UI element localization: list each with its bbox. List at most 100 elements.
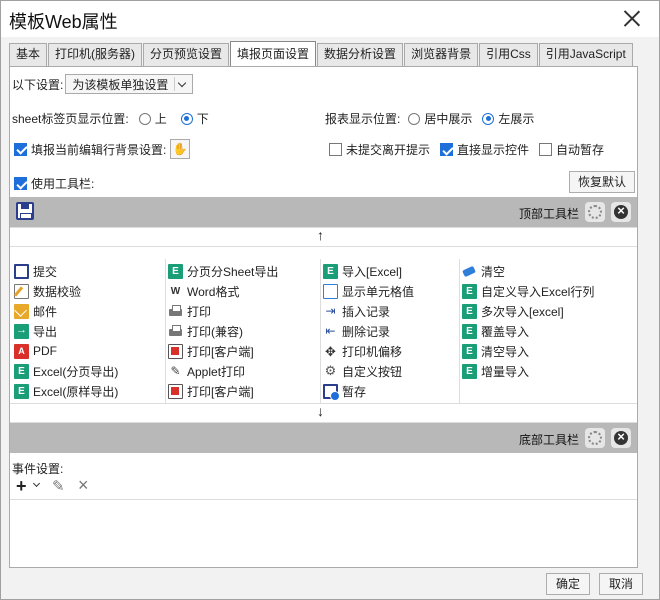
delete-row-icon bbox=[323, 323, 338, 339]
list-item[interactable]: 导入[Excel] bbox=[321, 261, 402, 281]
save-clock-icon bbox=[323, 383, 340, 401]
list-item[interactable]: 打印机偏移 bbox=[321, 341, 402, 361]
scope-label: 以下设置: bbox=[12, 77, 64, 92]
list-item[interactable]: Excel(分页导出) bbox=[12, 361, 118, 381]
tab-browser-background[interactable]: 浏览器背景 bbox=[404, 43, 479, 66]
list-item[interactable]: PDF bbox=[12, 341, 57, 361]
event-list[interactable] bbox=[10, 499, 637, 567]
arrow-up-icon[interactable]: ↑ bbox=[317, 227, 324, 243]
toolbar-items-grid: 提交 分页分Sheet导出 导入[Excel] 清空 数据校验 Word格式 显… bbox=[10, 259, 637, 403]
ok-button[interactable]: 确定 bbox=[546, 573, 590, 595]
show-controls-label: 直接显示控件 bbox=[457, 143, 530, 157]
save-icon[interactable] bbox=[16, 202, 34, 220]
arrow-down-icon[interactable]: ↓ bbox=[317, 403, 324, 419]
printer-icon bbox=[168, 303, 183, 319]
list-item[interactable]: 自定义按钮 bbox=[321, 361, 402, 381]
bottom-toolbar-label: 底部工具栏 bbox=[518, 433, 579, 447]
report-center-radio[interactable] bbox=[408, 112, 421, 125]
delete-icon[interactable]: × bbox=[78, 475, 89, 496]
tab-reference-css[interactable]: 引用Css bbox=[479, 43, 538, 66]
tab-page-preview[interactable]: 分页预览设置 bbox=[143, 43, 230, 66]
report-left-radio[interactable] bbox=[482, 112, 495, 125]
submit-options-row: 未提交离开提示 直接显示控件 自动暂存 bbox=[329, 141, 604, 158]
list-item[interactable]: 删除记录 bbox=[321, 321, 390, 341]
excel-icon bbox=[14, 383, 29, 399]
edit-row-bg-checkbox[interactable] bbox=[14, 142, 27, 156]
tab-fill-page[interactable]: 填报页面设置 bbox=[230, 41, 317, 66]
pdf-outline-icon bbox=[168, 383, 183, 399]
excel-icon bbox=[14, 363, 29, 379]
scope-select-value: 为该模板单独设置 bbox=[72, 77, 169, 92]
add-icon[interactable]: + bbox=[16, 476, 27, 496]
paint-bucket-icon[interactable]: ✋ bbox=[170, 139, 191, 159]
list-item[interactable]: 提交 bbox=[12, 261, 57, 281]
list-item[interactable]: 打印[客户端] bbox=[166, 341, 254, 361]
tab-printer-server[interactable]: 打印机(服务器) bbox=[48, 43, 143, 66]
list-item[interactable]: 邮件 bbox=[12, 301, 57, 321]
close-icon[interactable] bbox=[623, 9, 641, 27]
cancel-button[interactable]: 取消 bbox=[599, 573, 643, 595]
list-item[interactable]: 暂存 bbox=[321, 381, 366, 401]
export-icon bbox=[14, 323, 29, 339]
excel-icon bbox=[462, 343, 477, 359]
mail-icon bbox=[14, 303, 29, 319]
list-item[interactable]: 增量导入 bbox=[460, 361, 529, 381]
restore-default-button[interactable]: 恢复默认 bbox=[569, 171, 635, 193]
window-title: 模板Web属性 bbox=[9, 12, 118, 32]
top-toolbar-bar[interactable]: 顶部工具栏 bbox=[10, 197, 637, 227]
remove-icon[interactable] bbox=[611, 202, 631, 222]
list-item[interactable]: 插入记录 bbox=[321, 301, 390, 321]
use-toolbar-checkbox[interactable] bbox=[14, 177, 27, 190]
list-item[interactable]: 分页分Sheet导出 bbox=[166, 261, 278, 281]
chevron-down-icon[interactable] bbox=[32, 479, 41, 488]
list-item[interactable]: 多次导入[excel] bbox=[460, 301, 564, 321]
grid-divider bbox=[320, 259, 321, 404]
list-item[interactable]: 清空 bbox=[460, 261, 505, 281]
excel-icon bbox=[168, 263, 183, 279]
list-item[interactable]: Word格式 bbox=[166, 281, 239, 301]
remove-icon[interactable] bbox=[611, 428, 631, 448]
title-bar: 模板Web属性 bbox=[1, 1, 659, 37]
auto-save-checkbox[interactable] bbox=[539, 143, 553, 156]
unsubmitted-leave-label: 未提交离开提示 bbox=[346, 143, 431, 157]
excel-icon bbox=[462, 363, 477, 379]
edit-icon[interactable]: ✎ bbox=[52, 477, 65, 495]
applet-icon bbox=[168, 363, 183, 379]
bottom-toolbar-bar[interactable]: 底部工具栏 bbox=[10, 423, 637, 453]
list-item[interactable]: 打印(兼容) bbox=[166, 321, 243, 341]
use-toolbar-label: 使用工具栏: bbox=[31, 177, 95, 191]
grid-divider bbox=[459, 259, 460, 404]
sheet-top-radio[interactable] bbox=[138, 112, 151, 125]
unsubmitted-leave-checkbox[interactable] bbox=[329, 143, 342, 156]
word-icon bbox=[168, 283, 183, 299]
list-item[interactable]: 清空导入 bbox=[460, 341, 529, 361]
excel-icon bbox=[462, 323, 477, 339]
sheet-bottom-label: 下 bbox=[196, 112, 209, 126]
list-item[interactable]: 自定义导入Excel行列 bbox=[460, 281, 594, 301]
list-item[interactable]: 打印[客户端] bbox=[166, 381, 254, 401]
list-item[interactable]: 导出 bbox=[12, 321, 57, 341]
report-left-label: 左展示 bbox=[498, 112, 535, 126]
list-item[interactable]: 覆盖导入 bbox=[460, 321, 529, 341]
list-item[interactable]: Applet打印 bbox=[166, 361, 245, 381]
sheet-position-row: sheet标签页显示位置: 上 下 bbox=[12, 110, 209, 127]
sheet-bottom-radio[interactable] bbox=[180, 112, 193, 125]
list-item[interactable]: 打印 bbox=[166, 301, 211, 321]
gear-icon[interactable] bbox=[585, 202, 605, 222]
sheet-top-label: 上 bbox=[154, 112, 167, 126]
list-item[interactable]: Excel(原样导出) bbox=[12, 381, 118, 401]
move-down-strip: ↓ bbox=[10, 403, 637, 423]
chevron-down-icon bbox=[174, 77, 188, 91]
list-item[interactable]: 数据校验 bbox=[12, 281, 81, 301]
check-wand-icon bbox=[14, 283, 29, 299]
tab-data-analysis[interactable]: 数据分析设置 bbox=[317, 43, 404, 66]
show-controls-checkbox[interactable] bbox=[440, 143, 454, 156]
printer-icon bbox=[168, 323, 183, 339]
list-item[interactable]: 显示单元格值 bbox=[321, 281, 414, 301]
tab-reference-js[interactable]: 引用JavaScript bbox=[538, 43, 633, 66]
tab-basic[interactable]: 基本 bbox=[9, 43, 48, 66]
gear-icon[interactable] bbox=[585, 428, 605, 448]
scope-select[interactable]: 为该模板单独设置 bbox=[65, 74, 194, 94]
edit-row-bg-label: 填报当前编辑行背景设置: bbox=[31, 142, 167, 157]
eraser-icon bbox=[462, 263, 477, 279]
